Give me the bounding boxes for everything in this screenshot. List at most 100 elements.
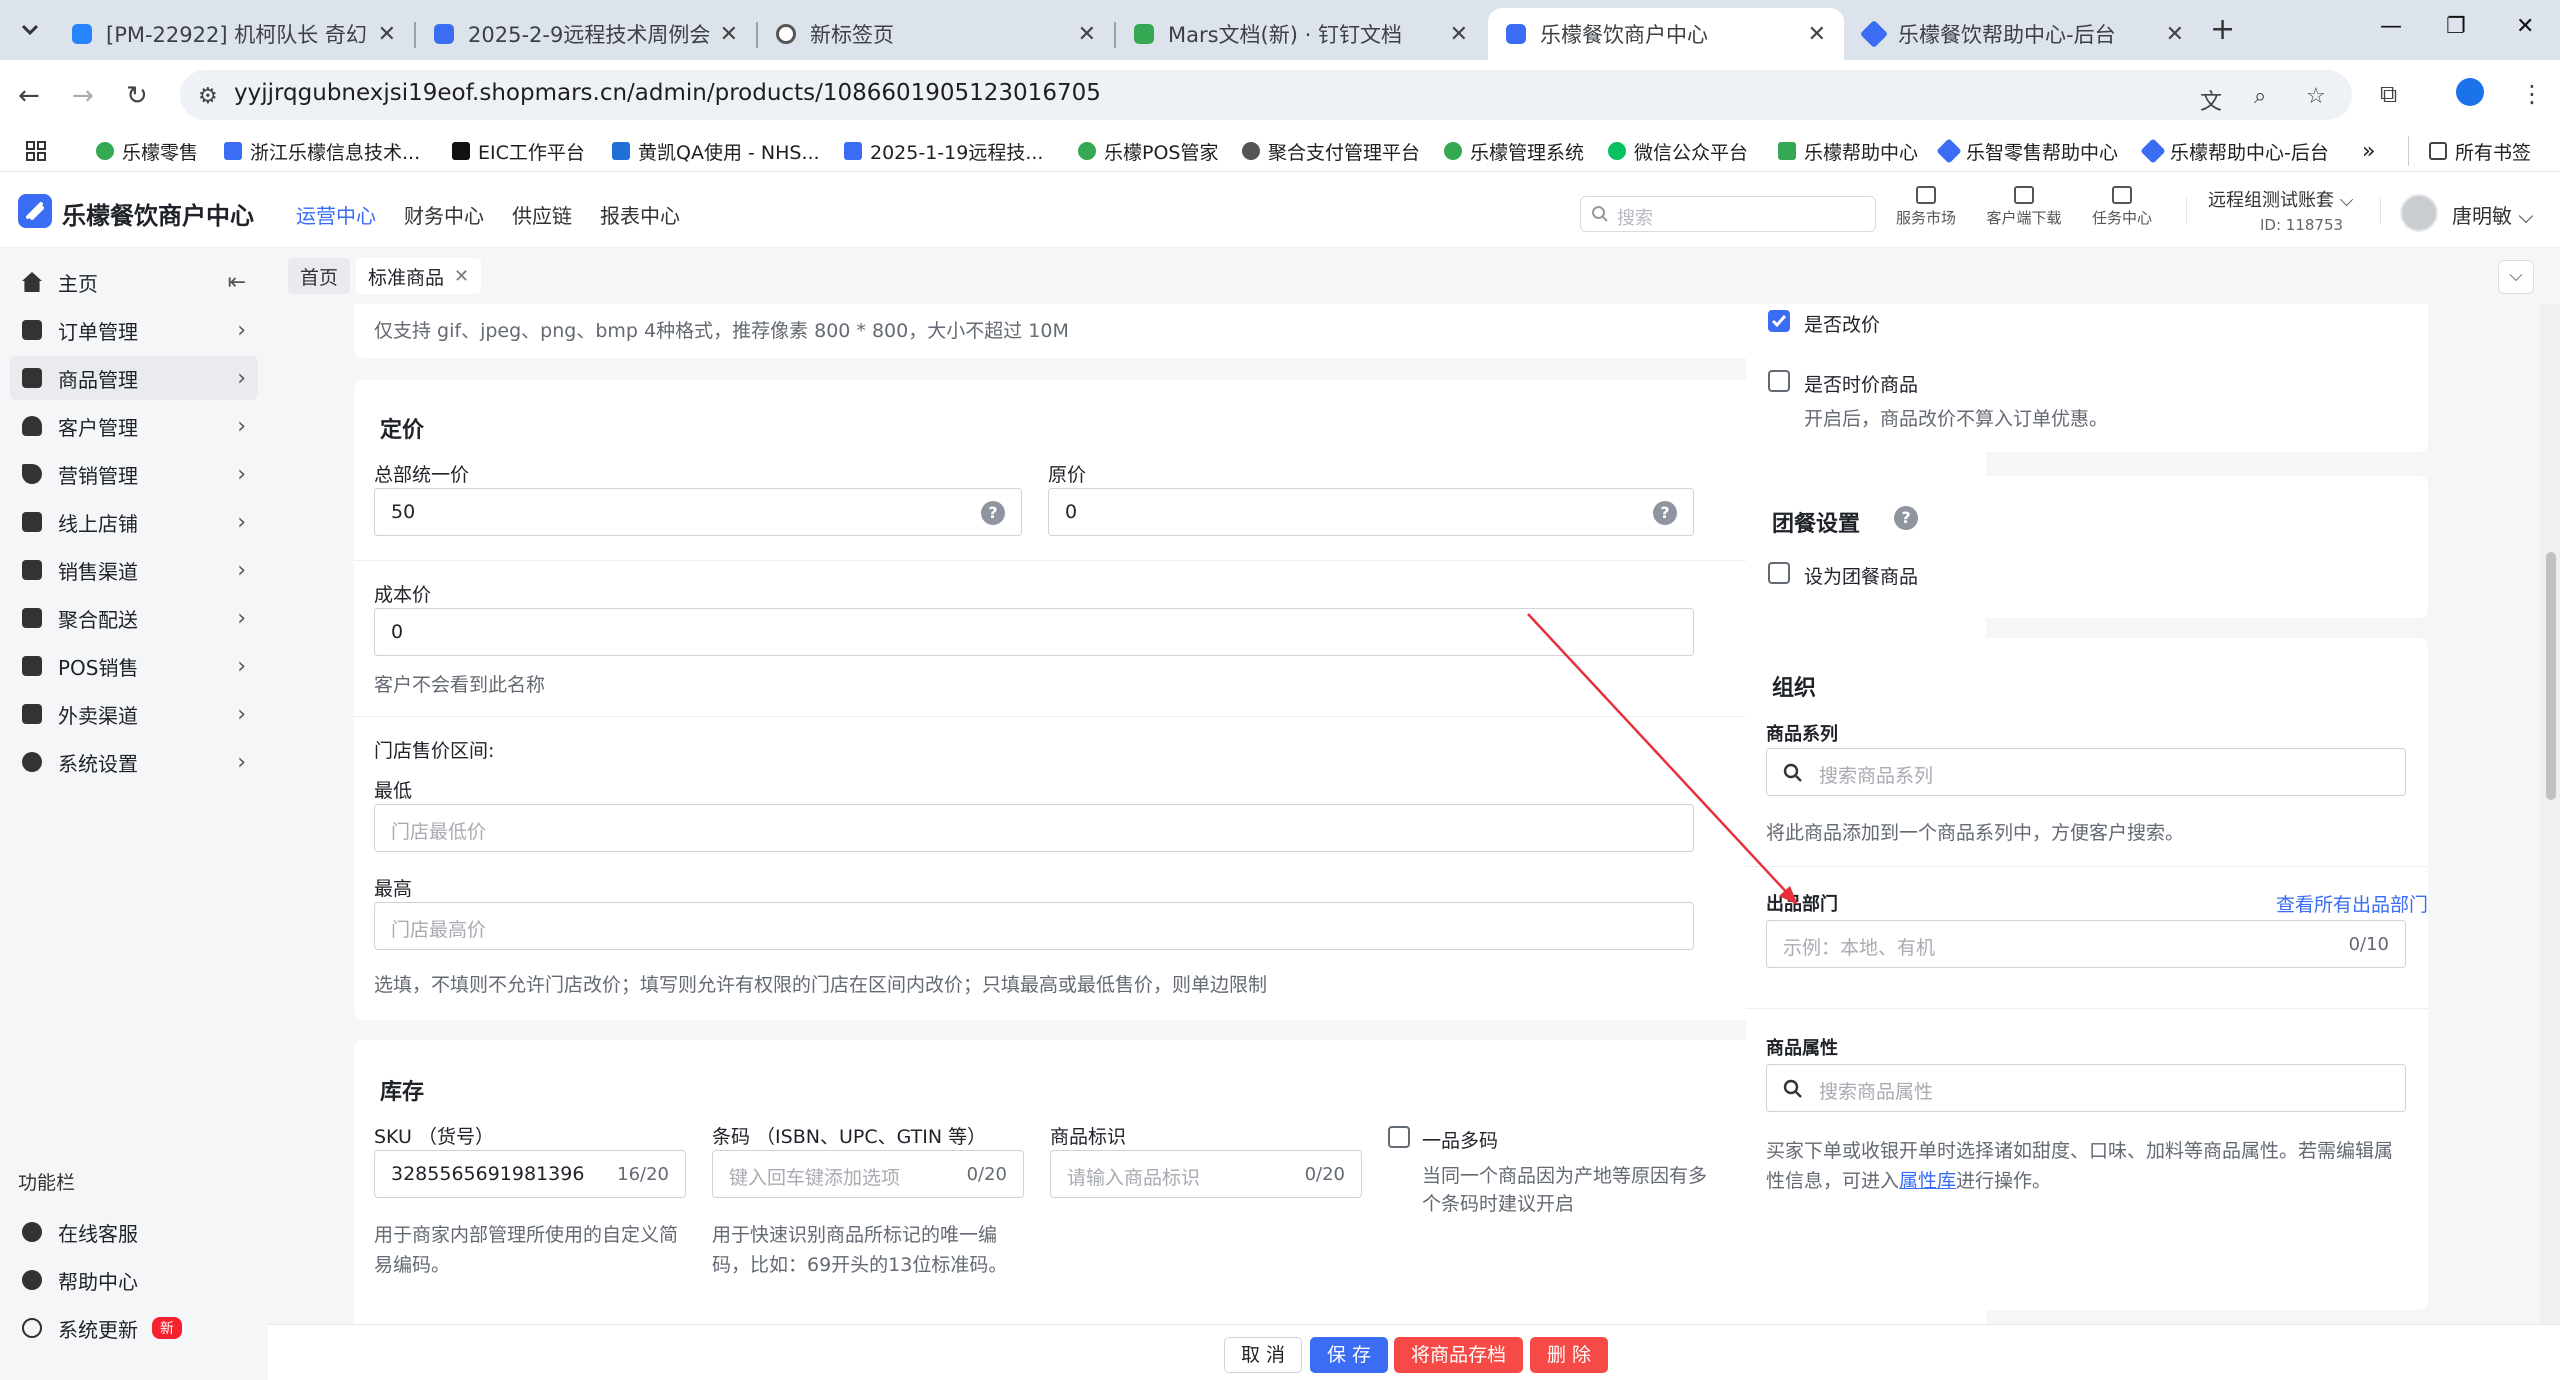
wechat-icon bbox=[1608, 142, 1626, 160]
chevron-right-icon: › bbox=[237, 701, 246, 727]
global-search-input[interactable]: 搜索 bbox=[1580, 196, 1876, 232]
bookmark-item[interactable]: 乐檬帮助中心 bbox=[1778, 136, 1918, 166]
home-icon bbox=[22, 272, 42, 292]
bookmark-item[interactable]: 2025-1-19远程技... bbox=[844, 136, 1043, 166]
translate-icon[interactable]: 文 bbox=[2200, 84, 2222, 116]
more-bookmarks-icon[interactable]: » bbox=[2362, 136, 2375, 166]
bookmark-item[interactable]: 黄凯QA使用 - NHS... bbox=[612, 136, 820, 166]
forward-icon[interactable]: → bbox=[72, 81, 94, 111]
bookmark-item[interactable]: 浙江乐檬信息技术... bbox=[224, 136, 420, 166]
bookmarks-bar: 乐檬零售 浙江乐檬信息技术... EIC工作平台 黄凯QA使用 - NHS...… bbox=[0, 130, 2560, 172]
close-icon[interactable]: ✕ bbox=[454, 266, 469, 287]
cancel-button[interactable]: 取 消 bbox=[1224, 1337, 1303, 1373]
browser-tab-merchant[interactable]: 乐檬餐饮商户中心 ✕ bbox=[1488, 8, 1844, 60]
apps-icon[interactable] bbox=[26, 136, 46, 166]
lemon-icon bbox=[1078, 142, 1096, 160]
sidebar-item-settings[interactable]: 系统设置 › bbox=[10, 740, 258, 784]
browser-tab-newtab[interactable]: 新标签页 ✕ bbox=[758, 8, 1114, 60]
close-icon[interactable]: ✕ bbox=[720, 22, 738, 47]
sidebar-item-home[interactable]: 主页 ⇤ bbox=[10, 260, 258, 304]
all-bookmarks[interactable]: 所有书签 bbox=[2408, 136, 2531, 166]
sidebar-item-marketing[interactable]: 营销管理 › bbox=[10, 452, 258, 496]
page-tab-home[interactable]: 首页 bbox=[288, 258, 351, 294]
app-header: 乐檬餐饮商户中心 运营中心 财务中心 供应链 报表中心 搜索 服务市场 客户端下… bbox=[0, 172, 2560, 248]
bookmark-item[interactable]: 乐檬零售 bbox=[96, 136, 198, 166]
account-id: ID: 118753 bbox=[2260, 216, 2344, 234]
bookmark-item[interactable]: 微信公众平台 bbox=[1608, 136, 1748, 166]
account-switcher[interactable]: 远程组测试账套 ⌵ bbox=[2208, 186, 2353, 212]
topnav-reports[interactable]: 报表中心 bbox=[600, 200, 680, 229]
restore-icon[interactable]: ❐ bbox=[2446, 14, 2466, 39]
sidebar-item-online-support[interactable]: 在线客服 bbox=[10, 1210, 258, 1254]
collapse-sidebar-icon[interactable]: ⇤ bbox=[228, 270, 246, 295]
chevron-right-icon: › bbox=[237, 317, 246, 343]
browser-tab-mars[interactable]: Mars文档(新) · 钉钉文档 ✕ bbox=[1116, 8, 1486, 60]
doc-icon bbox=[434, 24, 454, 44]
topnav-operations[interactable]: 运营中心 bbox=[296, 200, 376, 229]
site-info-icon[interactable]: ⚙ bbox=[198, 84, 218, 109]
close-icon[interactable]: ✕ bbox=[2166, 22, 2184, 47]
lemon-logo-icon bbox=[1859, 19, 1889, 49]
new-tab-button[interactable]: + bbox=[2210, 15, 2235, 45]
scrollbar-thumb[interactable] bbox=[2546, 552, 2556, 800]
service-market-button[interactable]: 服务市场 bbox=[1878, 186, 1974, 228]
sidebar-item-delivery[interactable]: 聚合配送 › bbox=[10, 596, 258, 640]
back-icon[interactable]: ← bbox=[18, 81, 40, 111]
archive-product-button[interactable]: 将商品存档 bbox=[1394, 1337, 1524, 1373]
sidebar-item-takeout[interactable]: 外卖渠道 › bbox=[10, 692, 258, 736]
client-download-button[interactable]: 客户端下载 bbox=[1976, 186, 2072, 228]
tab-search-icon[interactable] bbox=[14, 14, 46, 46]
page-tabs: 首页 标准商品 ✕ ⌵ bbox=[268, 248, 2560, 304]
refresh-icon bbox=[22, 1318, 42, 1338]
profile-icon[interactable] bbox=[2456, 78, 2484, 106]
bookmark-item[interactable]: 乐檬POS管家 bbox=[1078, 136, 1218, 166]
sidebar-item-online-store[interactable]: 线上店铺 › bbox=[10, 500, 258, 544]
browser-tab-meeting[interactable]: 2025-2-9远程技术周例会 · 钉钉 ✕ bbox=[416, 8, 756, 60]
browser-tab-help[interactable]: 乐檬餐饮帮助中心-后台 ✕ bbox=[1846, 8, 2202, 60]
search-icon bbox=[1592, 206, 1608, 222]
sidebar-item-customers[interactable]: 客户管理 › bbox=[10, 404, 258, 448]
sidebar-item-products[interactable]: 商品管理 › bbox=[10, 356, 258, 400]
bookmark-item[interactable]: 聚合支付管理平台 bbox=[1242, 136, 1420, 166]
minimize-icon[interactable]: — bbox=[2380, 14, 2402, 39]
chevron-right-icon: › bbox=[237, 461, 246, 487]
sidebar-item-pos[interactable]: POS销售 › bbox=[10, 644, 258, 688]
page-tabs-dropdown-icon[interactable]: ⌵ bbox=[2498, 260, 2534, 294]
sidebar-item-orders[interactable]: 订单管理 › bbox=[10, 308, 258, 352]
avatar[interactable] bbox=[2400, 194, 2438, 232]
chevron-right-icon: › bbox=[237, 509, 246, 535]
reload-icon[interactable]: ↻ bbox=[126, 81, 148, 111]
topnav-supply-chain[interactable]: 供应链 bbox=[512, 200, 572, 229]
close-icon[interactable]: ✕ bbox=[1450, 22, 1468, 47]
close-icon[interactable]: ✕ bbox=[378, 22, 396, 47]
bookmark-item[interactable]: 乐檬帮助中心-后台 bbox=[2140, 136, 2329, 166]
close-icon[interactable]: ✕ bbox=[1808, 22, 1826, 47]
menu-icon[interactable]: ⋮ bbox=[2520, 80, 2544, 108]
url-bar[interactable]: ⚙ yyjjrqgubnexjsi19eof.shopmars.cn/admin… bbox=[180, 70, 2352, 120]
zoom-icon[interactable]: ⌕ bbox=[2254, 84, 2266, 109]
headset-icon bbox=[22, 1222, 42, 1242]
sidebar-item-update[interactable]: 系统更新新 bbox=[10, 1306, 258, 1350]
browser-tab-jira[interactable]: [PM-22922] 机柯队长 奇幻飞船 ✕ bbox=[54, 8, 414, 60]
page-scrollbar[interactable] bbox=[2540, 304, 2560, 1324]
topnav-finance[interactable]: 财务中心 bbox=[404, 200, 484, 229]
doc-icon bbox=[224, 142, 242, 160]
page-tab-standard-product[interactable]: 标准商品 ✕ bbox=[356, 258, 482, 294]
bookmark-item[interactable]: EIC工作平台 bbox=[452, 136, 585, 166]
lemon-logo-icon bbox=[1936, 138, 1962, 164]
delete-button[interactable]: 删 除 bbox=[1530, 1337, 1609, 1373]
bookmark-item[interactable]: 乐智零售帮助中心 bbox=[1936, 136, 2118, 166]
sheet-icon bbox=[1134, 24, 1154, 44]
doc-icon bbox=[844, 142, 862, 160]
task-center-button[interactable]: 任务中心 bbox=[2074, 186, 2170, 228]
window-close-icon[interactable]: ✕ bbox=[2516, 14, 2534, 39]
sidebar-item-sales-channels[interactable]: 销售渠道 › bbox=[10, 548, 258, 592]
extensions-icon[interactable]: ⧉ bbox=[2380, 80, 2397, 108]
sidebar-item-help[interactable]: 帮助中心 bbox=[10, 1258, 258, 1302]
close-icon[interactable]: ✕ bbox=[1078, 22, 1096, 47]
eic-icon bbox=[452, 142, 470, 160]
star-icon[interactable]: ☆ bbox=[2306, 84, 2326, 109]
save-button[interactable]: 保 存 bbox=[1310, 1337, 1389, 1373]
bookmark-item[interactable]: 乐檬管理系统 bbox=[1444, 136, 1584, 166]
user-menu[interactable]: 唐明敏 ⌵ bbox=[2452, 200, 2534, 229]
